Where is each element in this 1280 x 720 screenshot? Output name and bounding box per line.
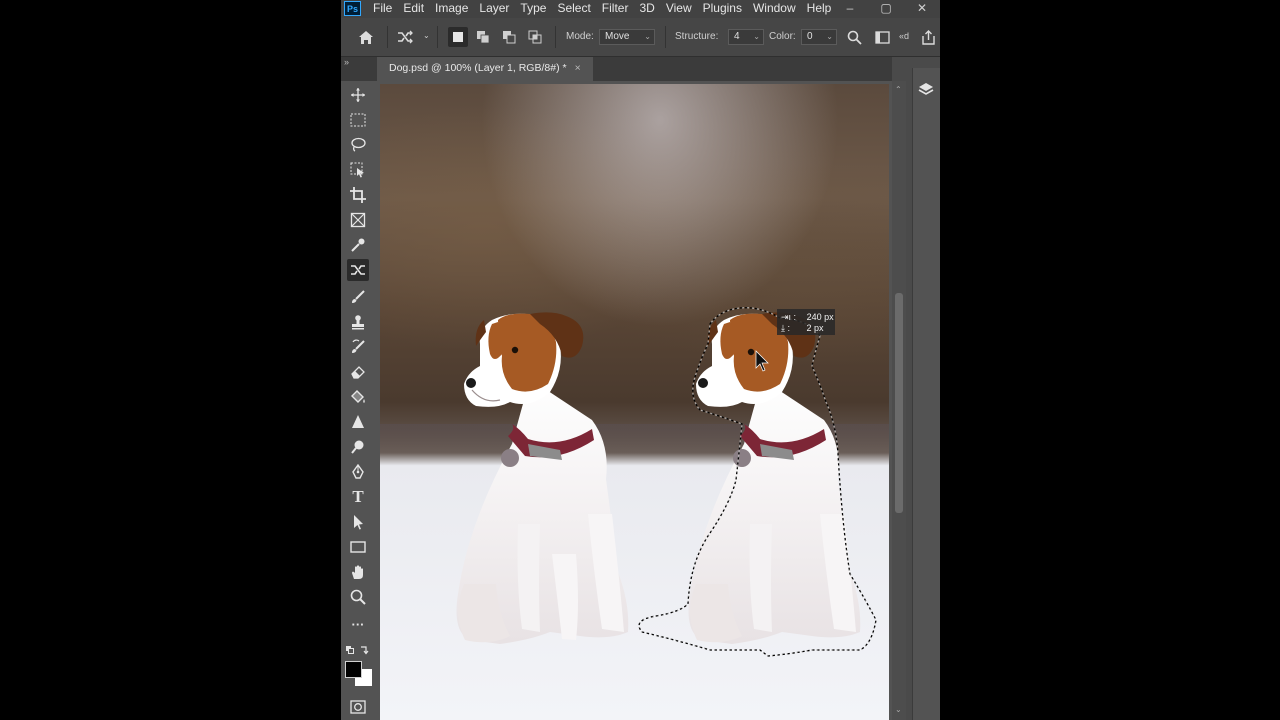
eyedropper-tool-icon[interactable] [347, 234, 369, 256]
more-tools-icon[interactable]: ··· [347, 613, 369, 635]
close-tab-icon[interactable]: × [575, 62, 581, 74]
chevron-down-icon: ⌄ [826, 32, 833, 41]
tooltip-dy: 2 px [806, 323, 824, 333]
eraser-tool-icon[interactable] [347, 361, 369, 383]
mode-label: Mode: [566, 31, 594, 42]
hand-tool-icon[interactable] [347, 561, 369, 583]
scroll-down-icon[interactable]: ⌄ [895, 705, 902, 714]
workspace-menu[interactable]: «d [899, 31, 909, 41]
menu-file[interactable]: File [373, 1, 392, 15]
mode-value: Move [605, 31, 630, 42]
minimize-button[interactable]: – [832, 0, 868, 16]
tooltip-dx: 240 px [806, 312, 834, 322]
structure-label: Structure: [675, 31, 719, 42]
frame-tool-icon[interactable] [347, 209, 369, 231]
content-aware-move-preset-icon[interactable] [395, 27, 415, 47]
menu-plugins[interactable]: Plugins [703, 1, 742, 15]
search-icon[interactable] [844, 27, 864, 47]
collapse-panel-icon[interactable]: » [344, 57, 349, 67]
color-label: Color: [769, 31, 796, 42]
crop-tool-icon[interactable] [347, 184, 369, 206]
menu-window[interactable]: Window [753, 1, 796, 15]
paint-bucket-tool-icon[interactable] [347, 386, 369, 408]
divider [665, 26, 666, 48]
document-tab[interactable]: Dog.psd @ 100% (Layer 1, RGB/8#) * × [377, 57, 593, 81]
history-brush-tool-icon[interactable] [347, 336, 369, 358]
pen-tool-icon[interactable] [347, 461, 369, 483]
photoshop-window: Ps File Edit Image Layer Type Select Fil… [341, 0, 940, 720]
menu-edit[interactable]: Edit [403, 1, 424, 15]
menu-select[interactable]: Select [557, 1, 590, 15]
share-icon[interactable] [918, 27, 938, 47]
menu-help[interactable]: Help [807, 1, 832, 15]
divider [555, 26, 556, 48]
menu-view[interactable]: View [666, 1, 692, 15]
dog-left [456, 312, 629, 644]
layers-panel-icon[interactable] [915, 78, 937, 100]
menu-image[interactable]: Image [435, 1, 468, 15]
chevron-down-icon[interactable]: ⌄ [423, 31, 430, 40]
dodge-tool-icon[interactable] [347, 436, 369, 458]
menu-3d[interactable]: 3D [639, 1, 654, 15]
foreground-color-swatch[interactable] [345, 661, 362, 678]
maximize-button[interactable]: ▢ [868, 0, 904, 16]
scroll-thumb[interactable] [895, 293, 903, 513]
move-offset-tooltip: ⇥ı : 240 px ⤓ : 2 px [777, 309, 835, 335]
workspace-icon[interactable] [872, 27, 892, 47]
menu-filter[interactable]: Filter [602, 1, 629, 15]
document-tab-bar: » Dog.psd @ 100% (Layer 1, RGB/8#) *× « [341, 57, 940, 81]
chevron-down-icon: ⌄ [753, 32, 760, 41]
zoom-tool-icon[interactable] [347, 586, 369, 608]
document-canvas[interactable] [380, 84, 889, 720]
close-button[interactable]: ✕ [904, 0, 940, 16]
type-tool-icon[interactable]: T [347, 486, 369, 508]
tools-panel: T ··· [341, 81, 375, 720]
document-title: Dog.psd @ 100% (Layer 1, RGB/8#) * [389, 62, 567, 74]
structure-select[interactable]: 4 ⌄ [728, 29, 764, 45]
new-selection-icon[interactable] [448, 27, 468, 47]
photo-layer [456, 307, 877, 657]
blur-tool-icon[interactable] [347, 411, 369, 433]
menu-layer[interactable]: Layer [479, 1, 509, 15]
divider [437, 26, 438, 48]
dog-right [638, 307, 877, 657]
quick-mask-icon[interactable] [347, 696, 369, 718]
divider [387, 26, 388, 48]
menu-type[interactable]: Type [520, 1, 546, 15]
chevron-down-icon: ⌄ [644, 32, 651, 41]
brush-tool-icon[interactable] [347, 286, 369, 308]
subtract-from-selection-icon[interactable] [499, 27, 519, 47]
mode-select[interactable]: Move ⌄ [599, 29, 655, 45]
app-logo: Ps [344, 1, 361, 16]
swap-colors-icon[interactable] [346, 643, 370, 655]
object-selection-tool-icon[interactable] [347, 159, 369, 181]
color-value: 0 [807, 31, 813, 42]
home-icon[interactable] [356, 27, 376, 47]
add-to-selection-icon[interactable] [473, 27, 493, 47]
vertical-scrollbar[interactable]: ⌃ ⌄ [892, 81, 906, 720]
structure-value: 4 [734, 31, 740, 42]
scroll-up-icon[interactable]: ⌃ [895, 85, 902, 94]
content-aware-move-tool-icon[interactable] [347, 259, 369, 281]
options-bar: ⌄ Mode: Move ⌄ Structure: 4 ⌄ Color: 0 ⌄ [341, 18, 940, 57]
width-arrow-icon: ⇥ı : [781, 312, 797, 322]
panel-dock [912, 68, 940, 720]
path-selection-tool-icon[interactable] [347, 511, 369, 533]
marquee-tool-icon[interactable] [347, 109, 369, 131]
rectangle-tool-icon[interactable] [347, 536, 369, 558]
color-select[interactable]: 0 ⌄ [801, 29, 837, 45]
menu-bar: Ps File Edit Image Layer Type Select Fil… [341, 0, 940, 18]
height-arrow-icon: ⤓ : [781, 323, 790, 333]
clone-stamp-tool-icon[interactable] [347, 311, 369, 333]
lasso-tool-icon[interactable] [347, 134, 369, 156]
move-tool-icon[interactable] [347, 84, 369, 106]
intersect-selection-icon[interactable] [525, 27, 545, 47]
